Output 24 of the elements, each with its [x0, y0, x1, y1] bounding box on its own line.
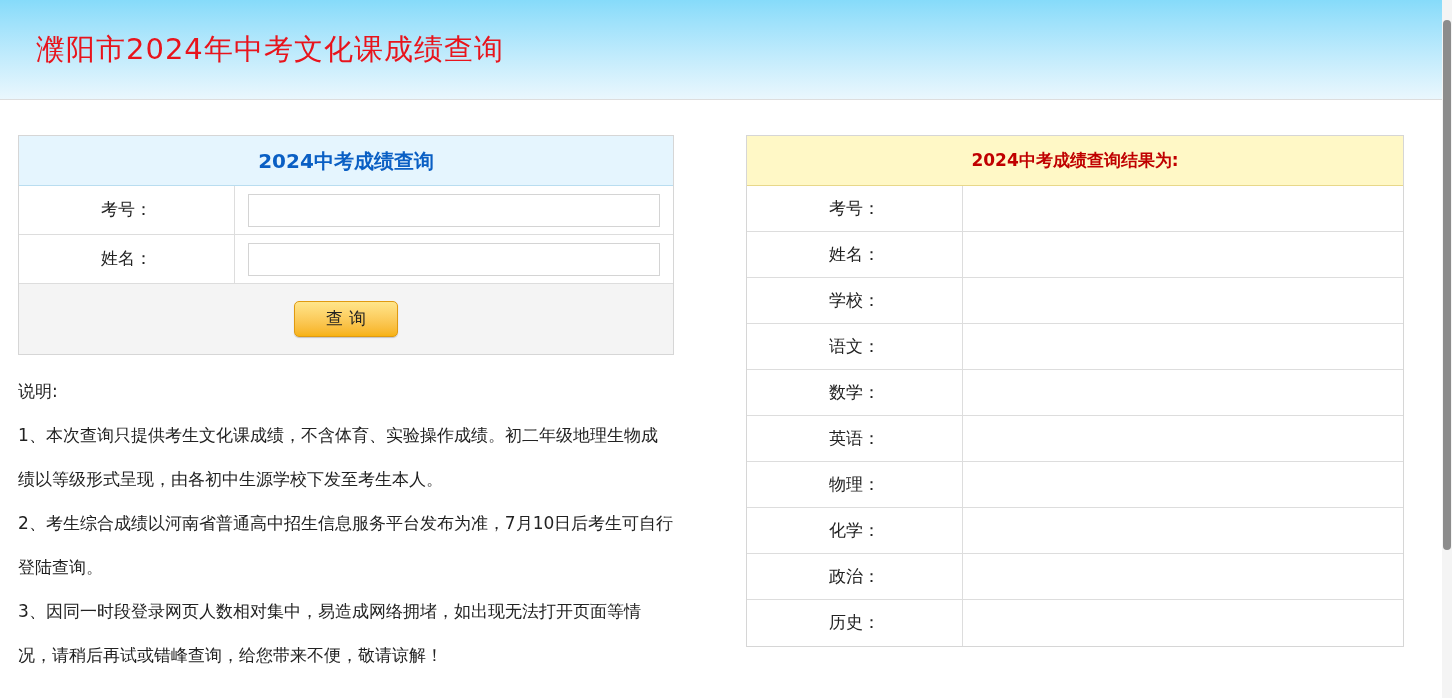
- input-field[interactable]: [248, 193, 660, 227]
- result-label: 考号：: [829, 196, 880, 220]
- form-title: 2024中考成绩查询: [258, 147, 434, 175]
- scrollbar[interactable]: [1442, 0, 1452, 698]
- field-label: 考号：: [101, 198, 152, 222]
- query-button[interactable]: 查 询: [294, 301, 398, 337]
- result-label: 政治：: [829, 564, 880, 588]
- result-label: 化学：: [829, 518, 880, 542]
- note-paragraph: 3、因同一时段登录网页人数相对集中，易造成网络拥堵，如出现无法打开页面等情况，请稍后再试或错峰查询，给您带来不便，敬请谅解！: [18, 600, 642, 667]
- result-label: 学校：: [829, 288, 880, 312]
- page-title: 濮阳市2024年中考文化课成绩查询: [36, 30, 504, 68]
- result-title: 2024中考成绩查询结果为:: [971, 148, 1179, 172]
- note-paragraph: 2、考生综合成绩以河南省普通高中招生信息服务平台发布为准，7月10日后考生可自行登陆查询。: [18, 512, 674, 579]
- notes-heading: 说明:: [18, 380, 59, 403]
- result-label: 数学：: [829, 380, 880, 404]
- result-label: 英语：: [829, 426, 880, 450]
- field-label: 姓名：: [101, 247, 152, 271]
- input-field[interactable]: [248, 242, 660, 276]
- note-paragraph: 1、本次查询只提供考生文化课成绩，不含体育、实验操作成绩。初二年级地理生物成绩以等级形式呈现，由各初中生源学校下发至考生本人。: [18, 424, 659, 491]
- result-label: 历史：: [829, 611, 880, 635]
- result-label: 语文：: [829, 334, 880, 358]
- scrollbar-thumb[interactable]: [1443, 20, 1451, 550]
- result-label: 物理：: [829, 472, 880, 496]
- result-label: 姓名：: [829, 242, 880, 266]
